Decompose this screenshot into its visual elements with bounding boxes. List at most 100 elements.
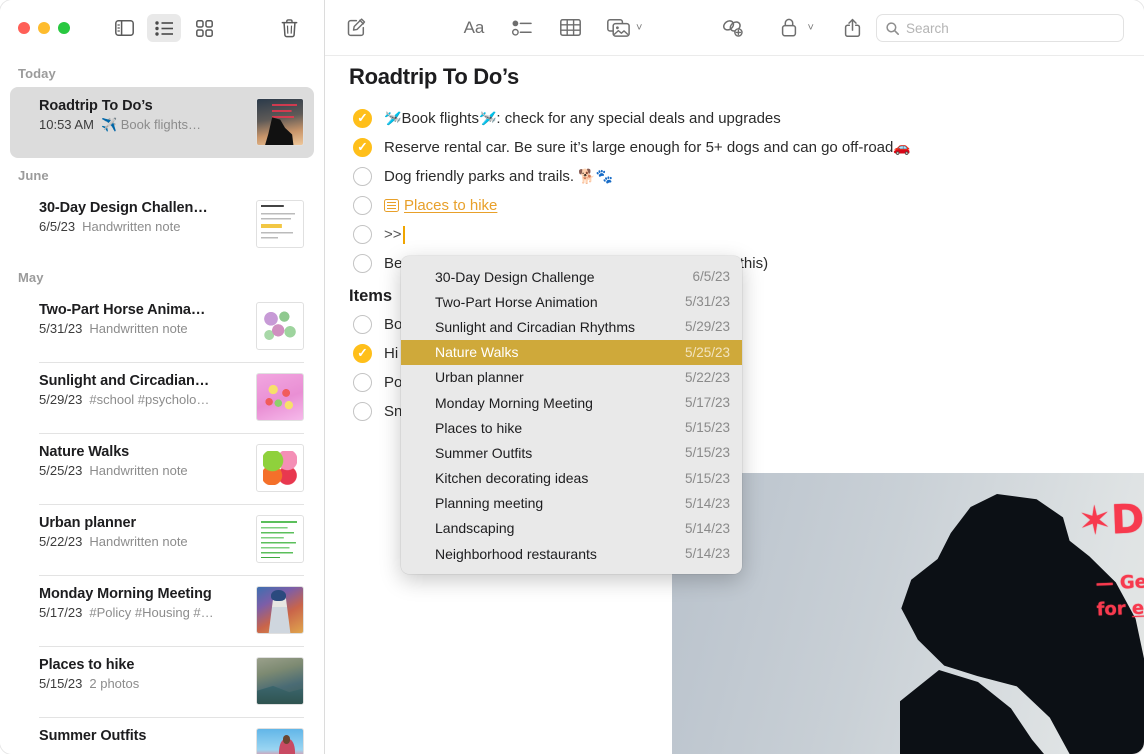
- note-item-snippet: Handwritten note: [89, 321, 187, 336]
- media-button[interactable]: [601, 13, 635, 43]
- checkbox-unchecked[interactable]: [353, 167, 372, 186]
- checkbox-checked[interactable]: [353, 344, 372, 363]
- checkbox-unchecked[interactable]: [353, 402, 372, 421]
- note-list-item[interactable]: Monday Morning Meeting5/17/23#Policy #Ho…: [10, 575, 314, 646]
- note-item-title: Nature Walks: [39, 444, 246, 460]
- checkbox-unchecked[interactable]: [353, 225, 372, 244]
- list-view-button[interactable]: [147, 14, 181, 42]
- checklist-item-active[interactable]: >>: [325, 220, 1144, 249]
- share-button[interactable]: [836, 13, 870, 43]
- autocomplete-item[interactable]: Nature Walks5/25/23: [401, 340, 742, 365]
- checklist-button[interactable]: [505, 13, 539, 43]
- link-icon: [722, 18, 744, 37]
- note-item-meta: 10:53 AM✈️ Book flights…: [39, 117, 246, 133]
- minimize-button[interactable]: [38, 22, 50, 34]
- delete-note-button[interactable]: [272, 14, 306, 42]
- autocomplete-item[interactable]: Urban planner5/22/23: [401, 365, 742, 390]
- sidebar-toggle-button[interactable]: [107, 14, 141, 42]
- table-button[interactable]: [553, 13, 587, 43]
- lock-note-button[interactable]: [772, 13, 806, 43]
- list-divider: [39, 433, 304, 434]
- note-list-item[interactable]: Two-Part Horse Anima… 5/31/23 Handwritten …: [10, 291, 314, 362]
- autocomplete-item[interactable]: Places to hike5/15/23: [401, 415, 742, 440]
- note-item-date: 6/5/23: [39, 219, 75, 234]
- close-button[interactable]: [18, 22, 30, 34]
- note-item-thumbnail: [256, 515, 304, 563]
- autocomplete-item-date: 5/22/23: [685, 370, 730, 385]
- note-list-item[interactable]: Summer Outfits: [10, 717, 314, 754]
- checkbox-unchecked[interactable]: [353, 254, 372, 273]
- note-link-autocomplete-popup[interactable]: 30-Day Design Challenge6/5/23Two-Part Ho…: [401, 256, 742, 574]
- checklist-item[interactable]: Dog friendly parks and trails. 🐕🐾: [325, 162, 1144, 191]
- checklist-item[interactable]: Reserve rental car. Be sure it’s large e…: [325, 133, 1144, 162]
- compose-note-button[interactable]: [339, 13, 373, 43]
- checklist-item-text: Reserve rental car. Be sure it’s large e…: [384, 139, 911, 156]
- checklist-item-note-link[interactable]: Places to hike: [325, 191, 1144, 220]
- note-item-text: Sunlight and Circadian…5/29/23#school #p…: [39, 373, 256, 407]
- note-item-snippet: Handwritten note: [82, 219, 180, 234]
- note-item-thumbnail: [256, 586, 304, 634]
- note-item-date: 5/31/23: [39, 321, 82, 336]
- autocomplete-item-name: Neighborhood restaurants: [435, 546, 671, 562]
- note-list-item[interactable]: 30-Day Design Challen…6/5/23Handwritten …: [10, 189, 314, 260]
- add-link-button[interactable]: [716, 13, 750, 43]
- note-item-title: Places to hike: [39, 657, 246, 673]
- note-item-title: Monday Morning Meeting: [39, 586, 246, 602]
- autocomplete-item-date: 5/14/23: [685, 546, 730, 561]
- autocomplete-item[interactable]: Neighborhood restaurants 5/14/23: [401, 541, 742, 566]
- autocomplete-item[interactable]: Monday Morning Meeting5/17/23: [401, 390, 742, 415]
- checklist-item[interactable]: 🛩️Book flights🛩️: check for any special …: [325, 104, 1144, 133]
- note-item-text: Urban planner5/22/23Handwritten note: [39, 515, 256, 549]
- gallery-view-button[interactable]: [187, 14, 221, 42]
- zoom-button[interactable]: [58, 22, 70, 34]
- checkbox-unchecked[interactable]: [353, 315, 372, 334]
- note-item-thumbnail: [256, 657, 304, 705]
- compose-icon: [347, 18, 366, 37]
- note-list-item[interactable]: Urban planner5/22/23Handwritten note: [10, 504, 314, 575]
- lock-icon: [781, 18, 797, 37]
- autocomplete-item[interactable]: Landscaping5/14/23: [401, 516, 742, 541]
- note-list-item[interactable]: Roadtrip To Do’s10:53 AM✈️ Book flights…: [10, 87, 314, 158]
- sidebar-section-header: Today: [0, 56, 324, 87]
- sidebar-toggle-icon: [115, 20, 134, 36]
- format-button[interactable]: Aa: [457, 13, 491, 43]
- search-icon: [886, 22, 899, 35]
- autocomplete-item-name: 30-Day Design Challenge: [435, 269, 678, 285]
- autocomplete-item[interactable]: Summer Outfits5/15/23: [401, 440, 742, 465]
- format-label: Aa: [464, 18, 485, 38]
- note-photo-attachment[interactable]: ✶Don’t forget — Get photo at this locati…: [672, 473, 1144, 754]
- note-item-meta: 5/31/23 Handwritten note: [39, 321, 246, 336]
- note-list-item[interactable]: Places to hike5/15/232 photos: [10, 646, 314, 717]
- autocomplete-item[interactable]: Planning meeting5/14/23: [401, 491, 742, 516]
- note-list-item[interactable]: Nature Walks5/25/23Handwritten note: [10, 433, 314, 504]
- gallery-view-icon: [196, 20, 213, 37]
- note-item-title: Two-Part Horse Anima…: [39, 302, 246, 318]
- checkbox-unchecked[interactable]: [353, 373, 372, 392]
- media-chevron-down-icon[interactable]: ˅: [636, 22, 642, 34]
- autocomplete-item[interactable]: 30-Day Design Challenge6/5/23: [401, 264, 742, 289]
- checkbox-unchecked[interactable]: [353, 196, 372, 215]
- autocomplete-item-name: Planning meeting: [435, 495, 671, 511]
- editor-toolbar: Aa: [325, 0, 1144, 56]
- note-item-meta: 5/22/23Handwritten note: [39, 534, 246, 549]
- autocomplete-item-name: Landscaping: [435, 520, 671, 536]
- sidebar-toolbar: [0, 0, 324, 56]
- note-link-text[interactable]: Places to hike: [404, 197, 497, 214]
- autocomplete-item-name: Sunlight and Circadian Rhythms: [435, 319, 671, 335]
- typed-text: >>: [384, 226, 402, 243]
- note-list-item[interactable]: Sunlight and Circadian…5/29/23#school #p…: [10, 362, 314, 433]
- note-link-icon: [384, 199, 399, 212]
- checklist-item-text: 🛩️Book flights🛩️: check for any special …: [384, 110, 781, 127]
- autocomplete-item[interactable]: Two-Part Horse Animation5/31/23: [401, 289, 742, 314]
- search-field[interactable]: Search: [876, 14, 1124, 42]
- handwriting-line-1: — Get photo at this location: [1095, 561, 1144, 597]
- lock-chevron-down-icon[interactable]: ˅: [807, 22, 813, 34]
- checkbox-checked[interactable]: [353, 138, 372, 157]
- autocomplete-item[interactable]: Sunlight and Circadian Rhythms5/29/23: [401, 314, 742, 339]
- note-item-snippet: ✈️ Book flights…: [101, 117, 201, 133]
- note-list[interactable]: TodayRoadtrip To Do’s10:53 AM✈️ Book fli…: [0, 56, 324, 754]
- note-item-text: Two-Part Horse Anima… 5/31/23 Handwritten …: [39, 302, 256, 336]
- media-icon: [607, 19, 630, 37]
- autocomplete-item[interactable]: Kitchen decorating ideas5/15/23: [401, 466, 742, 491]
- checkbox-checked[interactable]: [353, 109, 372, 128]
